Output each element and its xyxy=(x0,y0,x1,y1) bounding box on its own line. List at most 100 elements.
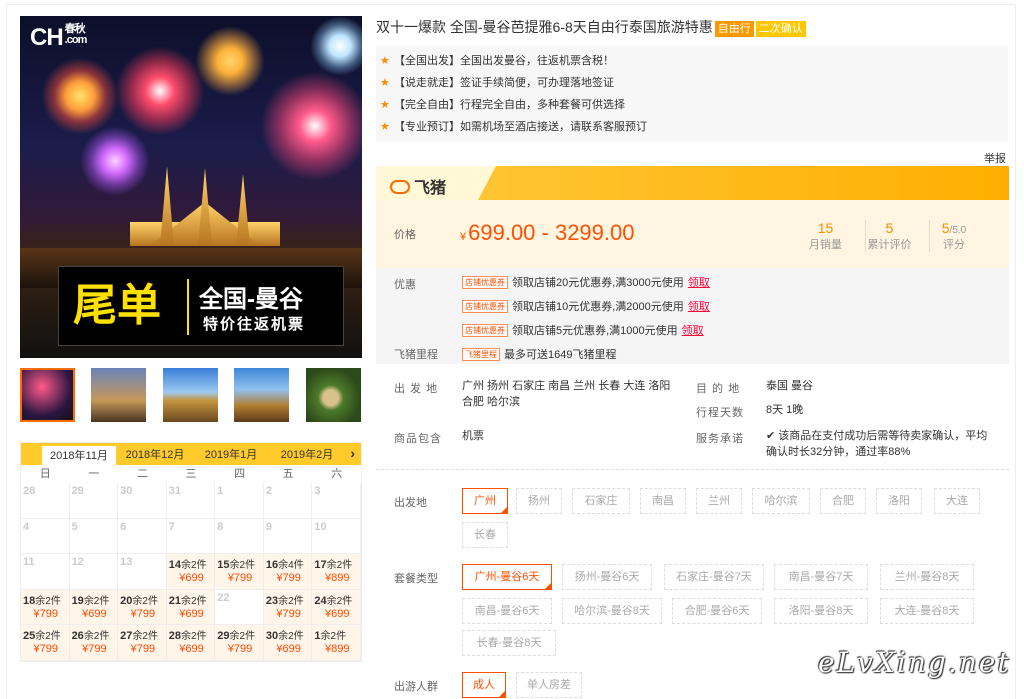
departure-option-label: 出发地 xyxy=(394,497,427,509)
weekday-label: 三 xyxy=(185,468,197,480)
departure-option[interactable]: 长春 xyxy=(462,522,508,548)
report-link[interactable]: 举报 xyxy=(984,150,1006,166)
calendar-day[interactable]: 15余2件 ¥799 xyxy=(215,554,264,590)
weekday-label: 五 xyxy=(282,468,294,480)
calendar-day[interactable]: 26余2件 ¥799 xyxy=(69,625,119,661)
thumbnail-2[interactable] xyxy=(91,368,146,422)
stock-remaining: 余4件 xyxy=(278,560,304,571)
claim-coupon-link[interactable]: 领取 xyxy=(688,277,710,289)
package-option[interactable]: 兰州-曼谷8天 xyxy=(880,564,974,590)
claim-coupon-link[interactable]: 领取 xyxy=(688,301,710,313)
departure-option[interactable]: 洛阳 xyxy=(876,488,922,514)
package-option[interactable]: 洛阳-曼谷8天 xyxy=(774,598,868,624)
stock-remaining: 余2件 xyxy=(229,631,256,642)
thumbnail-3[interactable] xyxy=(163,368,218,422)
pig-icon xyxy=(390,180,410,194)
claim-coupon-link[interactable]: 领取 xyxy=(682,325,704,337)
feature-item: ★ 【完全自由】行程完全自由，多种套餐可供选择 xyxy=(376,94,1008,116)
price-calendar: 2018年11月 2018年12月 2019年1月 2019年2月 › 日 一 二 三… xyxy=(20,442,362,662)
day-number: 12 xyxy=(71,556,84,568)
departure-option[interactable]: 扬州 xyxy=(516,488,562,514)
coupon-row: 店铺优惠券 领取店铺5元优惠券,满1000元使用 领取 xyxy=(462,322,704,338)
calendar-day[interactable]: 23余2件 ¥799 xyxy=(263,589,313,625)
calendar-day[interactable]: 28余2件 ¥699 xyxy=(166,625,216,661)
stock-remaining: 余2件 xyxy=(320,631,347,642)
day-number: 15 xyxy=(217,559,230,571)
departure-option[interactable]: 广州 xyxy=(462,488,508,514)
departure-option[interactable]: 合肥 xyxy=(820,488,866,514)
departure-option[interactable]: 哈尔滨 xyxy=(752,488,810,514)
calendar-day[interactable]: 17余2件 ¥899 xyxy=(312,554,361,590)
calendar-day[interactable]: 16余4件 ¥799 xyxy=(263,554,313,590)
price-range: ¥699.00 - 3299.00 xyxy=(460,220,635,245)
calendar-day[interactable]: 27余2件 ¥799 xyxy=(118,625,167,661)
day-number: 6 xyxy=(120,520,127,533)
calendar-day[interactable]: 25余2件 ¥799 xyxy=(21,625,70,661)
calendar-day[interactable]: 19余2件 ¥699 xyxy=(69,589,119,625)
day-number: 20 xyxy=(120,594,133,607)
day-price: ¥799 xyxy=(130,643,156,655)
thumbnail-5[interactable] xyxy=(306,368,361,422)
tag-free-travel: 自由行 xyxy=(714,21,754,37)
firework xyxy=(310,16,362,76)
departure-info-label: 出 发 地 xyxy=(394,383,439,395)
traveler-option[interactable]: 成人 xyxy=(462,672,506,698)
day-number: 11 xyxy=(23,556,35,568)
firework xyxy=(115,46,205,136)
stock-remaining: 余2件 xyxy=(83,631,110,642)
chevron-right-icon[interactable]: › xyxy=(350,445,355,461)
package-option[interactable]: 大连-曼谷8天 xyxy=(880,598,974,624)
thumbnail-1[interactable] xyxy=(20,368,75,422)
stock-remaining: 余2件 xyxy=(180,595,207,607)
departure-option[interactable]: 南昌 xyxy=(640,488,686,514)
calendar-day: 9 xyxy=(263,518,313,554)
departure-option[interactable]: 石家庄 xyxy=(572,488,630,514)
day-number: 27 xyxy=(120,630,133,642)
day-number: 18 xyxy=(23,594,36,607)
calendar-day[interactable]: 30余2件 ¥699 xyxy=(263,625,313,661)
day-number: 1 xyxy=(217,485,224,497)
package-option[interactable]: 扬州-曼谷6天 xyxy=(562,564,652,590)
package-option[interactable]: 哈尔滨-曼谷8天 xyxy=(562,598,662,624)
calendar-day[interactable]: 20余2件 ¥799 xyxy=(118,589,167,625)
package-option[interactable]: 合肥-曼谷6天 xyxy=(672,598,762,624)
fliggy-logo: 飞猪 xyxy=(390,174,446,198)
departure-option[interactable]: 大连 xyxy=(934,488,980,514)
package-option[interactable]: 南昌-曼谷6天 xyxy=(462,598,552,624)
traveler-option-label: 出游人群 xyxy=(394,681,438,693)
day-price: ¥799 xyxy=(130,607,156,620)
package-option[interactable]: 长春-曼谷8天 xyxy=(462,630,556,656)
day-number: 30 xyxy=(265,630,279,642)
tab-month-3[interactable]: 2019年1月 xyxy=(193,445,269,465)
day-number: 9 xyxy=(265,520,272,533)
calendar-day[interactable]: 14余2件 ¥699 xyxy=(166,554,216,590)
package-option[interactable]: 广州-曼谷6天 xyxy=(462,564,552,590)
title-text: 双十一爆款 全国-曼谷芭提雅6-8天自由行泰国旅游特惠 xyxy=(376,19,713,35)
day-number: 19 xyxy=(71,594,84,607)
stock-remaining: 余2件 xyxy=(35,595,61,607)
calendar-day: 13 xyxy=(118,554,167,590)
tab-month-4[interactable]: 2019年2月 xyxy=(269,445,345,465)
calendar-day[interactable]: 24余2件 ¥699 xyxy=(312,589,361,625)
calendar-day[interactable]: 18余2件 ¥799 xyxy=(21,589,70,625)
calendar-day[interactable]: 1余2件 ¥899 xyxy=(312,625,361,661)
calendar-day[interactable]: 21余2件 ¥699 xyxy=(166,589,216,625)
product-title: 双十一爆款 全国-曼谷芭提雅6-8天自由行泰国旅游特惠 自由行 二次确认 xyxy=(376,17,806,37)
package-option[interactable]: 南昌-曼谷7天 xyxy=(774,564,868,590)
calendar-day[interactable]: 29余2件 ¥799 xyxy=(215,625,264,661)
thumbnail-4[interactable] xyxy=(234,368,289,422)
day-price: ¥799 xyxy=(227,643,253,655)
departure-option[interactable]: 兰州 xyxy=(696,488,742,514)
day-price: ¥799 xyxy=(33,643,59,655)
day-number: 17 xyxy=(314,559,327,571)
promo-banner: 尾单 全国-曼谷 特价往返机票 xyxy=(58,266,344,346)
package-option[interactable]: 石家庄-曼谷7天 xyxy=(664,564,764,590)
weekday-label: 六 xyxy=(331,468,343,480)
calendar-day: 29 xyxy=(69,483,119,519)
package-option-label: 套餐类型 xyxy=(394,573,438,585)
day-price: ¥799 xyxy=(276,607,301,620)
tab-month-1[interactable]: 2018年11月 xyxy=(41,445,117,465)
traveler-option[interactable]: 单人房差 xyxy=(516,672,582,698)
tab-month-2[interactable]: 2018年12月 xyxy=(117,445,193,465)
weekday-label: 一 xyxy=(88,468,100,480)
